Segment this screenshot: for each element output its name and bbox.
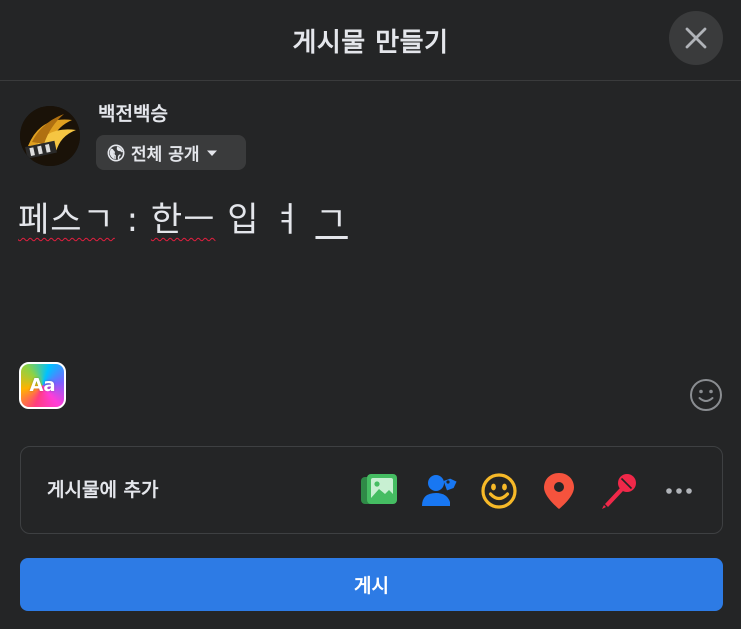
more-icon: [666, 488, 692, 494]
audience-label: 전체 공개: [131, 145, 200, 165]
composer-word: 한ㅡ: [150, 200, 216, 240]
dialog-header: 게시물 만들기: [0, 0, 741, 81]
add-to-post-label: 게시물에 추가: [47, 479, 159, 501]
more-options-button[interactable]: [658, 470, 700, 512]
tag-people-icon: [422, 475, 457, 506]
composer-word: 페스ㄱ: [18, 200, 115, 240]
composer-word: :: [114, 200, 151, 240]
photo-video-icon: [361, 474, 397, 504]
tag-people-button[interactable]: [418, 470, 460, 512]
check-in-button[interactable]: [538, 470, 580, 512]
photo-video-button[interactable]: [358, 470, 400, 512]
composer-word: ㄱ: [315, 200, 348, 240]
dialog-title: 게시물 만들기: [292, 27, 449, 58]
close-button[interactable]: [669, 11, 723, 65]
globe-icon: [107, 144, 125, 161]
post-button-label: 게시: [354, 575, 389, 597]
caret-down-icon: [207, 150, 218, 156]
emoji-picker-button[interactable]: [689, 378, 723, 412]
audience-selector[interactable]: 전체 공개: [96, 135, 246, 170]
feeling-button[interactable]: [478, 470, 520, 512]
aa-label: Aa: [29, 375, 56, 396]
create-post-dialog: 게시물 만들기 백전백승 전체 공개 페스ㄱ: 한ㅡ 입 ㅕ ㄱ Aa 게시물…: [0, 0, 741, 629]
post-text-input[interactable]: 페스ㄱ : 한ㅡ 입 ㅕ ㄱ: [18, 192, 678, 352]
live-mic-button[interactable]: [598, 470, 640, 512]
username[interactable]: 백전백승: [98, 99, 168, 126]
smiley-outline-icon: [690, 379, 722, 411]
composer-word: 입 ㅕ: [215, 200, 316, 240]
live-mic-icon: [602, 474, 636, 509]
check-in-icon: [544, 473, 574, 509]
text-background-button[interactable]: Aa: [19, 362, 66, 409]
post-button[interactable]: 게시: [20, 558, 723, 611]
feeling-icon: [481, 473, 517, 509]
avatar[interactable]: [20, 106, 80, 166]
close-icon: [685, 27, 707, 49]
add-to-post-bar: 게시물에 추가: [20, 446, 723, 534]
